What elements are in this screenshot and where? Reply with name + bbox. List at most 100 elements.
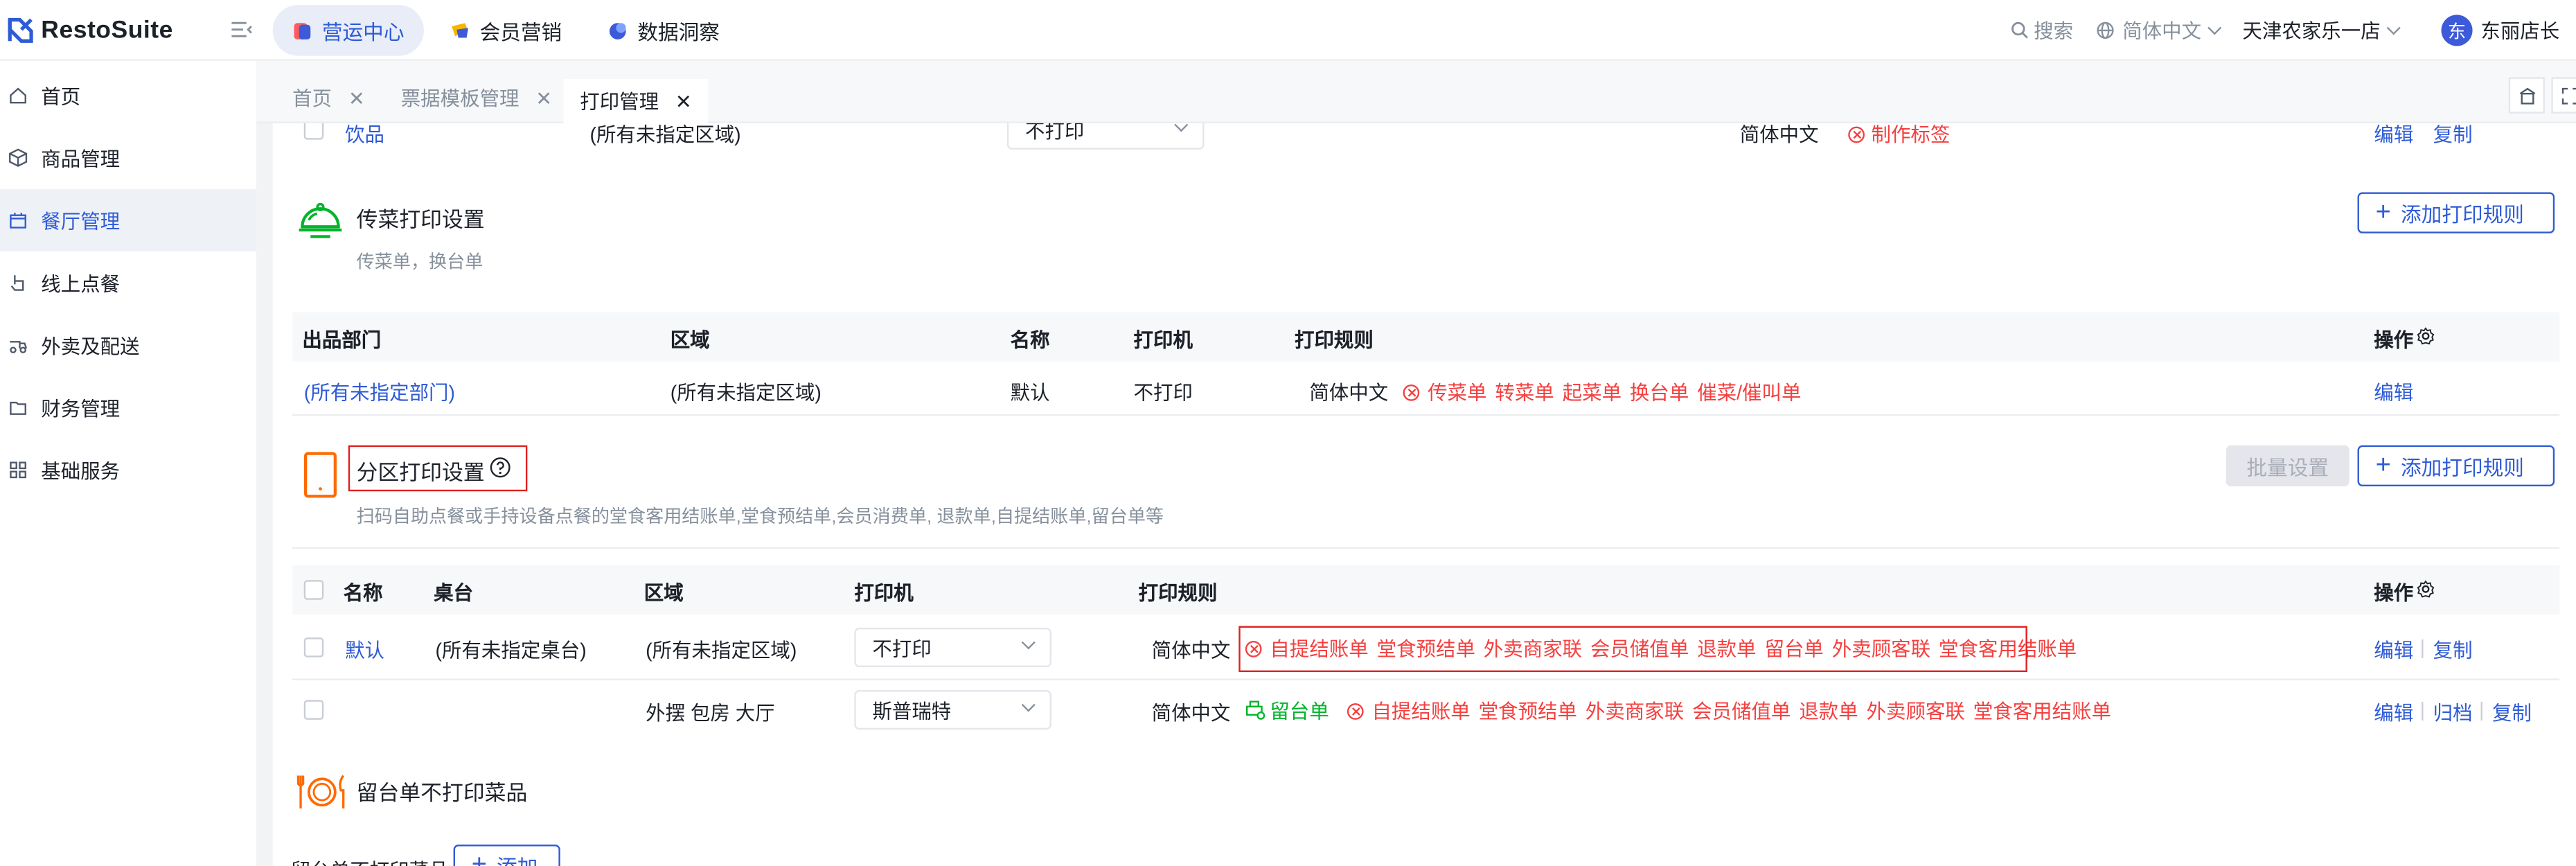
divider: |: [2479, 698, 2485, 722]
globe-icon: [2097, 21, 2114, 39]
tab-receipt-templates[interactable]: 票据模板管理 ✕: [384, 79, 569, 117]
col-header: 打印机: [1133, 328, 1193, 352]
tablet-device-icon: [304, 452, 337, 498]
topnav-label: 数据洞察: [637, 21, 720, 45]
copy-link[interactable]: 复制: [2492, 698, 2532, 726]
divider: [292, 414, 2560, 416]
sidebar-item-label: 财务管理: [41, 396, 121, 420]
user-name: 东丽店长: [2480, 19, 2560, 43]
edit-link[interactable]: 编辑: [2374, 378, 2413, 406]
sidebar-item-delivery[interactable]: 外卖及配送: [0, 314, 256, 376]
help-circle-icon[interactable]: [490, 457, 511, 478]
copy-link[interactable]: 复制: [2433, 123, 2473, 148]
zone-row-printer-select[interactable]: 斯普瑞特: [854, 690, 1051, 730]
partial-row-name[interactable]: 饮品: [345, 123, 384, 148]
rule-tag: 堂食客用结账单: [1973, 700, 2112, 723]
store-label: 天津农家乐一店: [2242, 19, 2381, 43]
topnav-label: 会员营销: [479, 21, 562, 45]
settings-gear-icon[interactable]: [2417, 327, 2435, 345]
settings-gear-icon[interactable]: [2417, 580, 2435, 598]
rule-tag: 留台单: [1270, 700, 1329, 723]
serve-row-rules: 传菜单 转菜单 起菜单 换台单 催菜/催叫单: [1403, 378, 1810, 406]
operations-icon: [294, 22, 311, 39]
edit-link[interactable]: 编辑: [2374, 636, 2413, 664]
app-root: RestoSuite 营运中心 会员营销 数据洞察 搜索 简体中文 天津农家乐一…: [0, 0, 2576, 866]
hold-add-button[interactable]: + 添加: [453, 845, 560, 866]
col-header: 区域: [670, 328, 710, 352]
chevron-down-icon: [1021, 698, 1036, 712]
building-icon: [2519, 87, 2535, 104]
edit-link[interactable]: 编辑: [2374, 123, 2413, 148]
close-icon[interactable]: ✕: [535, 87, 552, 109]
tab-lock-button[interactable]: [2508, 77, 2545, 114]
sidebar-item-online-order[interactable]: 线上点餐: [0, 251, 256, 314]
col-header: 出品部门: [302, 328, 382, 352]
serve-row-dept[interactable]: (所有未指定部门): [304, 378, 455, 406]
tab-home[interactable]: 首页 ✕: [276, 79, 381, 117]
store-selector[interactable]: 天津农家乐一店: [2242, 17, 2401, 44]
tab-label: 首页: [292, 87, 332, 110]
hold-field-label: 留台单不打印菜品:: [291, 856, 454, 865]
zone-row-area: 外摆 包房 大厅: [646, 701, 775, 725]
menu-collapse-icon[interactable]: [230, 18, 253, 41]
col-header: 打印规则: [1294, 328, 1374, 352]
copy-link[interactable]: 复制: [2433, 636, 2473, 664]
sidebar-item-products[interactable]: 商品管理: [0, 127, 256, 189]
zone-add-rule-button[interactable]: + 添加打印规则: [2357, 445, 2555, 487]
button-label: 添加打印规则: [2401, 457, 2524, 480]
topnav-label: 营运中心: [321, 21, 405, 45]
plus-icon: +: [471, 850, 487, 866]
archive-link[interactable]: 归档: [2433, 698, 2473, 726]
topnav-operations[interactable]: 营运中心: [272, 5, 424, 56]
rule-label: 制作标签: [1871, 123, 1951, 147]
search-icon: [2011, 21, 2028, 39]
close-icon[interactable]: ✕: [348, 87, 365, 109]
col-header: 桌台: [434, 581, 474, 605]
rule-tag: 堂食预结单: [1478, 700, 1578, 723]
edit-link[interactable]: 编辑: [2374, 698, 2413, 726]
chevron-down-icon: [2386, 21, 2401, 35]
zone-row-table: (所有未指定桌台): [435, 639, 587, 662]
select-value: 不打印: [872, 637, 932, 660]
select-all-checkbox[interactable]: [303, 580, 324, 600]
col-header: 区域: [643, 581, 684, 605]
tab-label: 票据模板管理: [400, 87, 519, 110]
sidebar-item-label: 餐厅管理: [41, 209, 121, 233]
zone-row-name[interactable]: 默认: [345, 636, 384, 664]
user-menu[interactable]: 东 东丽店长: [2441, 15, 2559, 46]
row-checkbox[interactable]: [303, 123, 324, 140]
topnav-member-marketing[interactable]: 会员营销: [430, 5, 581, 56]
fullscreen-button[interactable]: [2551, 77, 2576, 114]
brand-logo[interactable]: RestoSuite: [6, 13, 172, 46]
button-label: 批量设置: [2246, 457, 2329, 480]
sidebar-item-restaurant[interactable]: 餐厅管理: [0, 188, 257, 251]
partial-row-printer-select[interactable]: 不打印: [1006, 123, 1205, 150]
rule-tag: 会员储值单: [1692, 700, 1791, 723]
batch-settings-button[interactable]: 批量设置: [2226, 445, 2350, 487]
header-search[interactable]: 搜索: [2011, 17, 2073, 44]
rule-tag: 起菜单: [1562, 381, 1622, 405]
search-label: 搜索: [2034, 19, 2074, 43]
divider: |: [2419, 635, 2426, 660]
rule-tag: 换台单: [1629, 381, 1689, 405]
print-management-content: 饮品 (所有未指定区域) 不打印 简体中文 制作标签 编辑 复制 传菜打印设置 …: [272, 123, 2576, 866]
row-checkbox[interactable]: [303, 637, 324, 657]
serve-section-title: 传菜打印设置: [356, 206, 485, 232]
page-tabs: 首页 ✕ 票据模板管理 ✕ 打印管理 ✕: [256, 60, 2576, 123]
zone-row-rules: 自提结账单 堂食预结单 外卖商家联 会员储值单 退款单 外卖顾客联 堂食客用结账单: [1347, 697, 2120, 725]
rule-tag: 转菜单: [1495, 381, 1554, 405]
sidebar-item-finance[interactable]: 财务管理: [0, 376, 256, 439]
hand-icon: [10, 275, 24, 291]
sidebar-item-basic-services[interactable]: 基础服务: [0, 439, 256, 501]
topnav-data-insights[interactable]: 数据洞察: [588, 5, 739, 56]
row-checkbox[interactable]: [303, 700, 324, 720]
close-icon[interactable]: ✕: [675, 89, 692, 112]
sidebar-item-home[interactable]: 首页: [0, 64, 256, 127]
language-selector[interactable]: 简体中文: [2096, 17, 2222, 44]
logo-mark-icon: [8, 17, 33, 42]
rule-tag: 外卖商家联: [1585, 700, 1685, 723]
zone-table-header: 名称 桌台 区域 打印机 打印规则 操作: [292, 565, 2560, 615]
serve-add-rule-button[interactable]: + 添加打印规则: [2357, 192, 2555, 233]
tab-print-management[interactable]: 打印管理 ✕: [563, 78, 709, 123]
zone-row-printer-select[interactable]: 不打印: [854, 628, 1051, 667]
